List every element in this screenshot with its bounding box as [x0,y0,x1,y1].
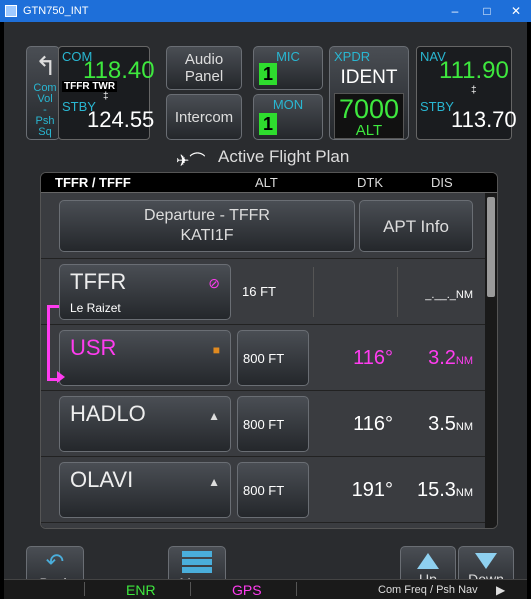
apt-info-button[interactable]: APT Info [359,200,473,252]
page-title: Active Flight Plan [218,147,350,166]
table-row: OLAVI ▲ 800 FT 191° 15.3NM [41,457,487,523]
annunciator-bar: ENR GPS Com Freq / Psh Nav ▶ [4,579,527,599]
flight-plan-header: TFFR / TFFF ALT DTK DIS [41,173,497,193]
menu-list-icon [182,551,212,573]
table-row: TFFR ⊘ Le Raizet 16 FT _.__._NM [41,259,487,325]
altitude-button[interactable]: 800 FT [237,330,309,386]
waypoint-button-hadlo[interactable]: HADLO ▲ [59,396,231,452]
column-dtk: DTK [357,175,383,190]
nav-swap-icon[interactable]: ‡ [471,85,477,96]
flight-plan-panel: TFFR / TFFF ALT DTK DIS Departure - TFFR… [40,172,498,529]
column-alt: ALT [255,175,278,190]
departure-button[interactable]: Departure - TFFR KATI1F [59,200,355,252]
waypoint-button-tffr[interactable]: TFFR ⊘ Le Raizet [59,264,231,320]
com-station-id: TFFR TWR [62,81,118,92]
audio-panel-button[interactable]: Audio Panel [166,46,242,90]
waypoint-subtitle: Le Raizet [70,301,121,315]
knob-function-hint: Com Freq / Psh Nav [378,584,478,596]
com-standby-frequency: 124.55 [87,107,155,132]
status-divider [84,582,85,596]
dtk-cell: 116° [353,347,393,369]
nav-source-annunciator: GPS [232,582,262,598]
table-row: USR ■ 800 FT 116° 3.2NM [41,325,487,391]
squawk-code: 7000 [338,94,400,124]
flight-plan-scrollbar[interactable] [485,193,497,528]
distance-cell: _.__._NM [425,289,473,301]
mon-value: 1 [259,113,277,135]
window-title: GTN750_INT [23,5,89,17]
intersection-icon: ▲ [208,475,220,489]
nav-active-frequency: 111.90 [439,57,509,84]
gtn-frame: ↰ Com Vol - Psh Sq COM 118.40 TFFR TWR ‡… [4,22,527,599]
transponder-button[interactable]: XPDR IDENT 7000 ALT [329,46,409,140]
mic-label: MIC [276,49,300,64]
active-leg-arrow-icon [57,371,65,383]
status-divider [190,582,191,596]
active-leg-bracket [47,305,59,381]
back-arrow-icon: ↶ [45,549,65,574]
home-button[interactable]: ↰ Com Vol - Psh Sq [26,46,60,140]
intercom-button[interactable]: Intercom [166,94,242,140]
intersection-icon: ▲ [208,409,220,423]
ident-button[interactable]: IDENT [330,67,408,89]
nav-standby-frequency: 113.70 [451,107,517,132]
flight-plan-icon: ✈⌒ [176,153,206,170]
close-button[interactable]: ✕ [501,0,531,22]
app-icon [5,5,17,17]
flight-plan-list[interactable]: Departure - TFFR KATI1F APT Info TFFR ⊘ … [41,193,487,528]
squawk-code-box[interactable]: 7000 ALT [334,93,404,139]
mic-button[interactable]: MIC 1 [253,46,323,90]
waypoint-name: USR [70,335,117,360]
page-title-bar: ✈⌒ Active Flight Plan [4,146,527,170]
xpdr-mode: ALT [355,122,383,139]
com-swap-icon[interactable]: ‡ [103,91,109,102]
flight-phase-annunciator: ENR [126,582,156,598]
departure-row: Departure - TFFR KATI1F APT Info [41,193,487,259]
waypoint-name: TFFR [70,269,127,294]
table-row: HADLO ▲ 800 FT 116° 3.5NM [41,391,487,457]
waypoint-button-usr[interactable]: USR ■ [59,330,231,386]
column-dis: DIS [431,175,453,190]
home-arrow-icon: ↰ [35,51,57,81]
distance-cell: 3.2NM [428,347,473,369]
com-frequency-window[interactable]: COM 118.40 TFFR TWR ‡ STBY 124.55 [58,46,155,140]
up-arrow-icon [417,553,439,569]
status-divider [296,582,297,596]
vor-icon: ■ [212,343,220,357]
scrollbar-thumb[interactable] [487,197,495,297]
waypoint-name: OLAVI [70,467,134,492]
altitude-cell: 16 FT [242,284,276,299]
mon-label: MON [272,97,304,112]
xpdr-label: XPDR [334,49,371,64]
minimize-button[interactable]: – [440,0,470,22]
distance-cell: 3.5NM [428,413,473,435]
com-vol-push-sq-label: Com Vol - Psh Sq [33,82,57,138]
column-divider [313,267,314,317]
down-arrow-icon [475,553,497,569]
distance-cell: 15.3NM [416,479,473,501]
altitude-button[interactable]: 800 FT [237,462,309,518]
nav-frequency-window[interactable]: NAV 111.90 ‡ STBY 113.70 [416,46,517,140]
mon-button[interactable]: MON 1 [253,94,323,140]
dtk-cell: 116° [353,413,393,435]
waypoint-button-olavi[interactable]: OLAVI ▲ [59,462,231,518]
dtk-cell [317,264,393,320]
play-arrow-icon: ▶ [496,583,506,597]
maximize-button[interactable]: □ [472,0,502,22]
mic-value: 1 [259,63,277,85]
route-name[interactable]: TFFR / TFFF [55,175,131,190]
dtk-cell: 191° [351,479,393,501]
window-titlebar: GTN750_INT – □ ✕ [0,0,531,22]
nav-stby-label: STBY [420,99,454,114]
airport-icon: ⊘ [208,275,220,291]
waypoint-name: HADLO [70,401,146,426]
altitude-button[interactable]: 800 FT [237,396,309,452]
